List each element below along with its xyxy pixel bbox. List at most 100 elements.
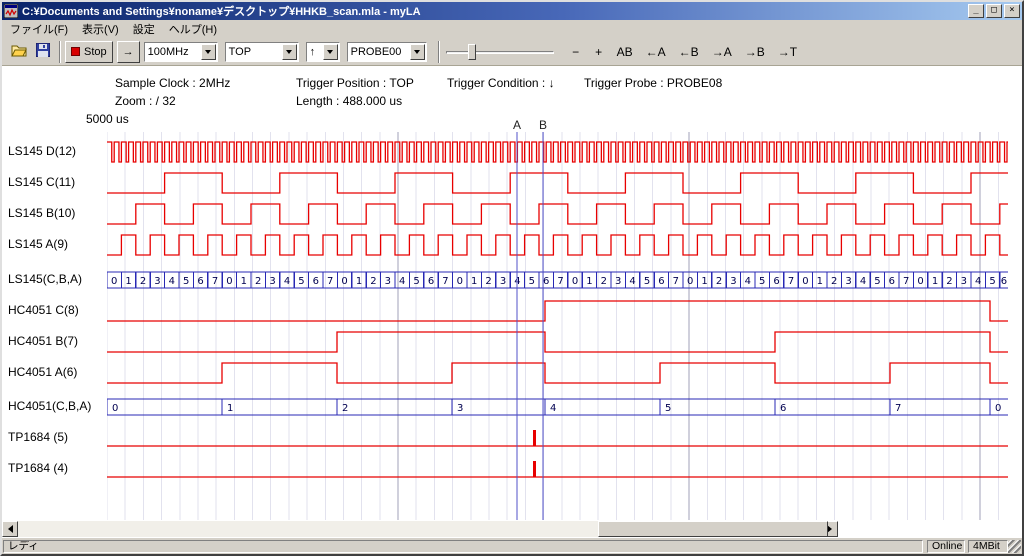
svg-text:1: 1 <box>701 276 707 287</box>
trigger-position-select[interactable]: TOP <box>225 42 299 62</box>
menu-view[interactable]: 表示(V) <box>75 19 126 39</box>
svg-text:2: 2 <box>831 276 837 287</box>
maximize-button[interactable]: □ <box>986 4 1002 18</box>
horizontal-scrollbar[interactable] <box>2 521 838 537</box>
slider-groove <box>446 51 554 54</box>
status-memory: 4MBit <box>968 540 1008 553</box>
svg-text:6: 6 <box>543 276 549 287</box>
waveform-plot[interactable]: 0123456701234567012345670123456701234567… <box>107 132 1008 520</box>
scrollbar-thumb[interactable] <box>598 521 828 537</box>
svg-text:7: 7 <box>442 276 448 287</box>
svg-text:0: 0 <box>457 276 463 287</box>
stop-button[interactable]: Stop <box>65 41 113 63</box>
goto-marker-b-right-button[interactable]: →B <box>740 42 770 62</box>
svg-text:4: 4 <box>169 276 175 287</box>
svg-text:4: 4 <box>975 276 981 287</box>
window-title: C:¥Documents and Settings¥noname¥デスクトップ¥… <box>22 3 966 19</box>
svg-text:2: 2 <box>370 276 376 287</box>
svg-text:4: 4 <box>284 276 290 287</box>
svg-text:7: 7 <box>788 276 794 287</box>
svg-text:6: 6 <box>780 403 786 414</box>
toolbar-separator <box>438 41 440 63</box>
svg-text:2: 2 <box>485 276 491 287</box>
svg-text:0: 0 <box>111 276 117 287</box>
trigger-position-info: Trigger Position : TOP <box>296 76 414 90</box>
svg-text:2: 2 <box>946 276 952 287</box>
svg-text:0: 0 <box>802 276 808 287</box>
trigger-condition-info: Trigger Condition : ↓ <box>447 76 555 90</box>
svg-text:6: 6 <box>658 276 664 287</box>
menu-file[interactable]: ファイル(F) <box>3 19 75 39</box>
open-file-button[interactable] <box>7 41 31 63</box>
chevron-down-icon[interactable] <box>410 44 425 60</box>
svg-text:6: 6 <box>773 276 779 287</box>
scrollbar-track[interactable] <box>18 521 822 537</box>
marker-a-label: A <box>511 118 523 132</box>
minimize-button[interactable]: _ <box>968 4 984 18</box>
trigger-probe-select[interactable]: PROBE00 <box>347 42 427 62</box>
chevron-down-icon[interactable] <box>282 44 297 60</box>
svg-text:5: 5 <box>413 276 419 287</box>
svg-text:0: 0 <box>226 276 232 287</box>
svg-text:1: 1 <box>471 276 477 287</box>
svg-text:1: 1 <box>356 276 362 287</box>
chevron-down-icon[interactable] <box>201 44 216 60</box>
svg-text:4: 4 <box>550 403 556 414</box>
svg-text:2: 2 <box>601 276 607 287</box>
svg-text:3: 3 <box>500 276 506 287</box>
svg-text:1: 1 <box>125 276 131 287</box>
time-scale-label: 5000 us <box>86 112 129 126</box>
menu-settings[interactable]: 設定 <box>126 19 162 39</box>
goto-marker-a-right-button[interactable]: →A <box>707 42 737 62</box>
svg-text:2: 2 <box>342 403 348 414</box>
right-arrow-icon <box>827 525 836 533</box>
svg-text:0: 0 <box>112 403 118 414</box>
svg-text:5: 5 <box>529 276 535 287</box>
chevron-down-icon[interactable] <box>323 44 338 60</box>
svg-text:4: 4 <box>399 276 405 287</box>
goto-trigger-button[interactable]: →T <box>773 42 802 62</box>
svg-text:2: 2 <box>716 276 722 287</box>
svg-text:7: 7 <box>557 276 563 287</box>
goto-marker-b-left-button[interactable]: ←B <box>674 42 704 62</box>
svg-text:5: 5 <box>874 276 880 287</box>
zoom-slider[interactable] <box>444 42 556 62</box>
svg-text:5: 5 <box>644 276 650 287</box>
resize-grip[interactable] <box>1008 540 1021 553</box>
svg-text:3: 3 <box>385 276 391 287</box>
goto-marker-a-left-button[interactable]: ←A <box>641 42 671 62</box>
svg-text:7: 7 <box>327 276 333 287</box>
close-button[interactable]: × <box>1004 4 1020 18</box>
trigger-edge-select[interactable]: ↑ <box>306 42 340 62</box>
left-arrow-icon <box>4 525 13 533</box>
svg-text:0: 0 <box>995 403 1001 414</box>
titlebar[interactable]: C:¥Documents and Settings¥noname¥デスクトップ¥… <box>2 2 1022 20</box>
svg-text:6: 6 <box>889 276 895 287</box>
svg-text:1: 1 <box>817 276 823 287</box>
run-button[interactable]: → <box>117 41 140 63</box>
menubar: ファイル(F) 表示(V) 設定 ヘルプ(H) <box>2 20 1022 38</box>
svg-text:1: 1 <box>227 403 233 414</box>
svg-text:4: 4 <box>629 276 635 287</box>
svg-text:1: 1 <box>586 276 592 287</box>
slider-thumb[interactable] <box>468 44 476 60</box>
svg-text:7: 7 <box>895 403 901 414</box>
zoom-in-button[interactable]: + <box>589 42 609 62</box>
svg-text:6: 6 <box>428 276 434 287</box>
svg-text:0: 0 <box>341 276 347 287</box>
sample-clock-select[interactable]: 100MHz <box>144 42 218 62</box>
svg-text:3: 3 <box>457 403 463 414</box>
save-file-button[interactable] <box>31 41 55 63</box>
svg-text:1: 1 <box>241 276 247 287</box>
svg-text:5: 5 <box>989 276 995 287</box>
svg-text:6: 6 <box>197 276 203 287</box>
zoom-out-button[interactable]: − <box>566 42 586 62</box>
svg-text:6: 6 <box>1001 276 1007 287</box>
menu-help[interactable]: ヘルプ(H) <box>162 19 224 39</box>
marker-b-label: B <box>537 118 549 132</box>
svg-text:0: 0 <box>917 276 923 287</box>
app-icon <box>4 4 18 18</box>
svg-text:2: 2 <box>140 276 146 287</box>
zoom-ab-button[interactable]: AB <box>612 42 638 62</box>
scroll-left-button[interactable] <box>2 521 18 537</box>
